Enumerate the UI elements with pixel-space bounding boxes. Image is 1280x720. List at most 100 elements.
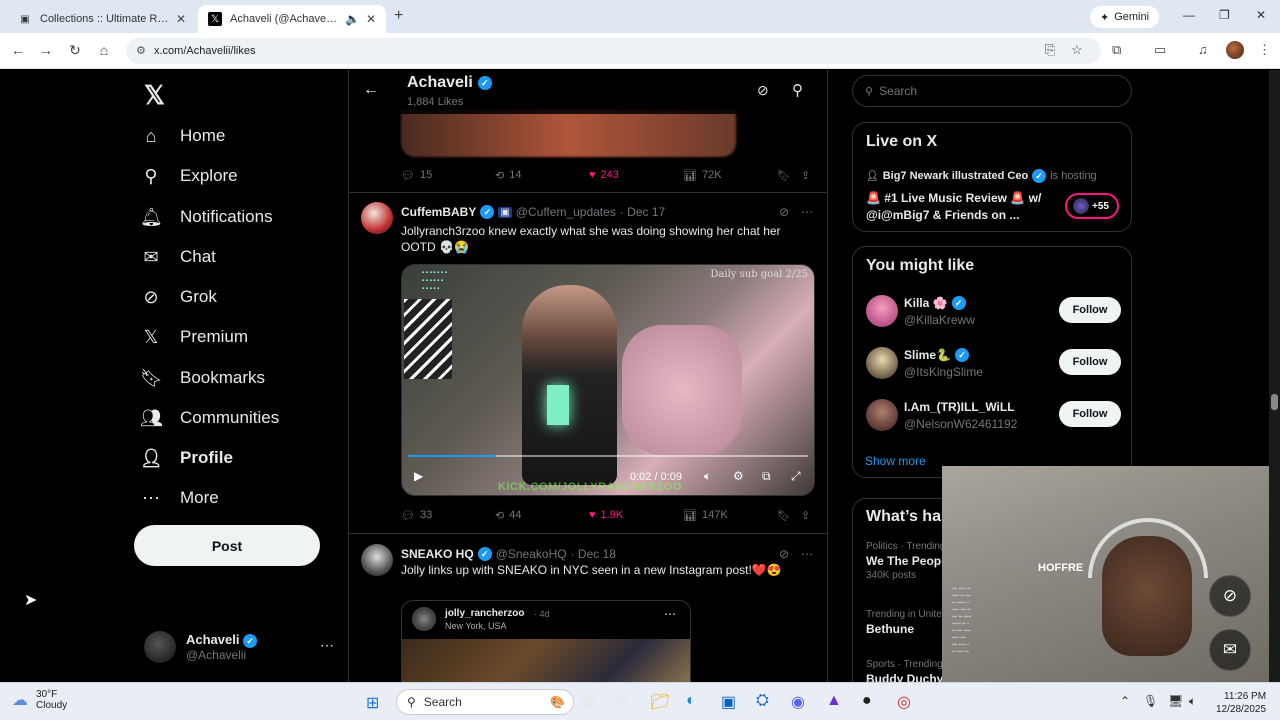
nav-grok[interactable]: ⊘ Grok <box>140 277 216 317</box>
messages-float-button[interactable]: ✉ <box>1209 629 1251 671</box>
avatar[interactable] <box>361 202 393 234</box>
post-button[interactable]: Post <box>134 525 320 566</box>
repost-button[interactable]: ⟲ 14 <box>495 169 521 182</box>
grok-icon[interactable]: ⊘ <box>779 205 789 219</box>
volume-icon[interactable]: 🔈︎ <box>1189 694 1196 709</box>
nav-chat[interactable]: ✉ Chat <box>140 237 215 277</box>
follow-button[interactable]: Follow <box>1059 349 1121 375</box>
system-clock[interactable]: 11:26 PM 12/28/2025 <box>1216 690 1266 716</box>
reload-button[interactable]: ↻ <box>66 42 84 59</box>
video-player[interactable]: ▪ ▪ ▪ ▪ ▪ ▪ ▪ ▪ ▪ ▪ ▪ ▪ ▪ ▪ ▪ ▪ ▪ ▪ Daily … <box>401 264 815 496</box>
follow-button[interactable]: Follow <box>1059 297 1121 323</box>
back-button[interactable]: ← <box>9 42 27 58</box>
microphone-icon[interactable]: 🎙︎ <box>1143 694 1158 708</box>
browser-profile-avatar[interactable] <box>1226 41 1244 59</box>
weather-widget[interactable]: ☁ 30°F Cloudy <box>12 689 67 711</box>
maximize-button[interactable]: ❐ <box>1219 8 1230 22</box>
file-explorer-icon[interactable]: 📁︎ <box>650 692 670 712</box>
forward-button[interactable]: → <box>37 42 55 58</box>
edge-icon[interactable]: ◐ <box>686 692 696 710</box>
share-button[interactable]: ⇪ <box>801 509 810 522</box>
taskbar-search[interactable]: ⚲ Search 🎨 <box>396 689 574 715</box>
close-tab-icon[interactable]: ✕ <box>366 12 376 26</box>
listeners-badge[interactable]: +55 <box>1065 193 1119 219</box>
grok-icon[interactable]: ⊘ <box>757 82 769 99</box>
page-scrollbar[interactable] <box>1269 70 1280 682</box>
avatar[interactable] <box>361 544 393 576</box>
reply-button[interactable]: 💬︎ 15 <box>401 169 432 182</box>
url-bar[interactable]: ⚙ x.com/Achavelii/likes <box>126 38 1101 64</box>
home-button[interactable]: ⌂ <box>95 42 113 58</box>
tweet-cuffembaby[interactable]: CuffemBABY ✓ ▣ @Cuffem_updates · Dec 17 … <box>349 202 827 532</box>
sidebar-icon[interactable]: ▭ <box>1154 42 1166 58</box>
tab-audio-icon[interactable]: 🔈 <box>345 12 360 26</box>
reply-button[interactable]: 💬︎ 33 <box>401 509 432 522</box>
nav-more[interactable]: ⋯ More <box>140 478 219 518</box>
suggested-user[interactable]: Slime🐍 ✓ @ItsKingSlime Follow <box>866 343 1121 383</box>
close-tab-icon[interactable]: ✕ <box>176 12 186 26</box>
space-title[interactable]: 🚨 #1 Live Music Review 🚨 w/ @i@mBig7 & F… <box>866 190 1056 224</box>
nav-bookmarks[interactable]: 🔖︎ Bookmarks <box>140 358 265 398</box>
site-info-icon[interactable]: ⚙ <box>136 44 146 57</box>
instagram-embed[interactable]: jolly_rancherzoo · 4d New York, USA ⋯ <box>401 600 691 682</box>
pip-icon[interactable]: ⧉ <box>762 469 771 484</box>
nav-premium[interactable]: 𝕏 Premium <box>140 317 248 357</box>
extensions-icon[interactable]: ⧉ <box>1112 42 1121 58</box>
bookmark-star-icon[interactable]: ☆ <box>1071 42 1083 58</box>
tweet-sneakohq[interactable]: SNEAKO HQ ✓ @SneakoHQ · Dec 18 ⊘ ⋯ Jolly… <box>349 544 827 682</box>
nav-profile[interactable]: 👤︎ Profile <box>140 438 233 478</box>
tray-overflow-icon[interactable]: ⌃ <box>1120 694 1130 708</box>
nav-explore[interactable]: ⚲ Explore <box>140 156 237 196</box>
nav-notifications[interactable]: 🔔︎ Notifications <box>140 197 273 237</box>
repost-button[interactable]: ⟲ 44 <box>495 509 521 522</box>
live-host[interactable]: 👤︎ Big7 Newark illustrated Ceo ✓ is host… <box>866 169 1097 183</box>
video-progress-bar[interactable] <box>408 455 808 457</box>
app-icon[interactable]: ⛭ <box>756 692 769 710</box>
store-icon[interactable]: ▣ <box>721 692 736 712</box>
search-icon[interactable]: ⚲ <box>792 81 803 99</box>
windows-start-icon[interactable]: ⊞ <box>366 693 379 713</box>
app-icon[interactable]: ▲ <box>826 692 842 710</box>
volume-icon[interactable]: 🔈︎ <box>704 469 711 484</box>
search-input[interactable]: ⚲ Search <box>852 75 1132 107</box>
nav-communities[interactable]: 👥︎ Communities <box>140 398 279 438</box>
media-control-icon[interactable]: ♫ <box>1198 42 1208 57</box>
suggested-user[interactable]: Killa 🌸 ✓ @KillaKreww Follow <box>866 291 1121 331</box>
browser-menu-icon[interactable]: ⋮ <box>1258 42 1271 58</box>
show-more-link[interactable]: Show more <box>865 454 926 468</box>
gemini-button[interactable]: ✦ Gemini <box>1090 6 1160 28</box>
account-menu-icon[interactable]: ⋯ <box>320 637 334 654</box>
new-tab-button[interactable]: + <box>394 7 403 25</box>
minimize-button[interactable]: — <box>1183 8 1195 22</box>
suggested-user[interactable]: I.Am_(TR)ILL_WiLL @NelsonW62461192 Follo… <box>866 395 1121 435</box>
task-view-icon[interactable]: ▦ <box>580 692 595 712</box>
more-options-icon[interactable]: ⋯ <box>801 547 813 561</box>
views-button[interactable]: 📊︎ 147K <box>683 509 728 522</box>
embed-more-icon[interactable]: ⋯ <box>664 607 676 621</box>
like-button[interactable]: ♥ 243 <box>589 169 619 181</box>
bookmark-button[interactable]: 🔖︎ <box>777 509 791 522</box>
scrollbar-thumb[interactable] <box>1271 394 1278 410</box>
bookmark-button[interactable]: 🔖︎ <box>777 169 791 182</box>
discord-icon[interactable]: ◉ <box>791 692 805 712</box>
previous-tweet-media[interactable] <box>401 110 736 157</box>
grok-float-button[interactable]: ⊘ <box>1209 575 1251 617</box>
views-button[interactable]: 📊︎ 72K <box>683 169 722 182</box>
share-button[interactable]: ⇪ <box>801 169 810 182</box>
tab-collections[interactable]: ▣ Collections :: Ultimate Rap Leag ✕ <box>8 5 196 33</box>
install-app-icon[interactable]: ⎘ <box>1045 42 1055 58</box>
like-button[interactable]: ♥ 1.9K <box>589 509 623 521</box>
back-arrow-icon[interactable]: ← <box>363 81 379 99</box>
chrome-icon[interactable]: ◎ <box>897 692 911 712</box>
x-logo-icon[interactable]: 𝕏 <box>144 80 165 111</box>
copilot-icon[interactable]: ✺ <box>615 692 628 712</box>
follow-button[interactable]: Follow <box>1059 401 1121 427</box>
tab-achaveli[interactable]: 𝕏 Achaveli (@Achavelii) / X 🔈 ✕ <box>198 5 386 33</box>
close-window-button[interactable]: ✕ <box>1256 8 1266 22</box>
play-icon[interactable]: ▶ <box>414 469 423 483</box>
network-icon[interactable]: 🖥︎ <box>1168 694 1183 708</box>
fullscreen-icon[interactable]: ⤢ <box>791 469 801 484</box>
settings-icon[interactable]: ⚙ <box>733 469 744 483</box>
nav-home[interactable]: ⌂ Home <box>140 116 226 156</box>
more-options-icon[interactable]: ⋯ <box>801 205 813 219</box>
